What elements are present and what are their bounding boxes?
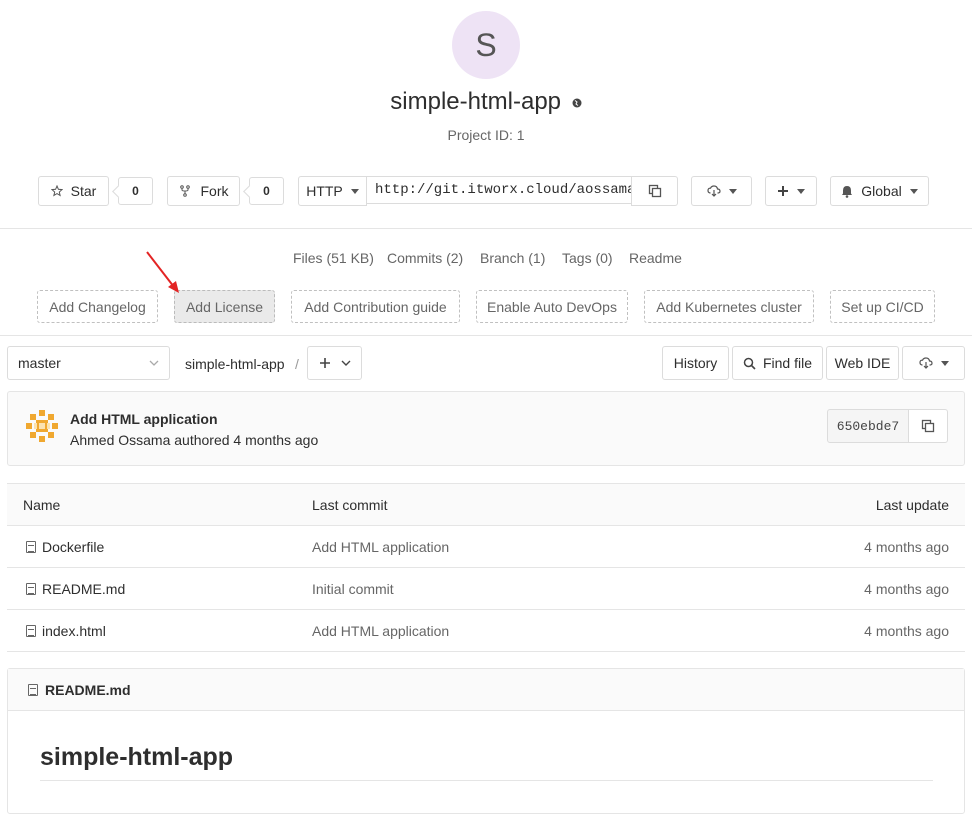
protocol-dropdown[interactable]: HTTP — [298, 176, 367, 206]
branch-select[interactable]: master — [7, 346, 170, 380]
setup-ci-cd-button[interactable]: Set up CI/CD — [830, 290, 935, 323]
chevron-down-icon — [728, 188, 737, 194]
commit-title[interactable]: Add HTML application — [70, 411, 218, 427]
chevron-down-icon — [341, 360, 350, 366]
stat-commits[interactable]: Commits (2) — [387, 250, 463, 266]
chevron-down-icon — [940, 360, 949, 366]
table-row-commit[interactable]: Initial commit — [312, 581, 394, 597]
col-last-update-header: Last update — [875, 497, 949, 513]
table-row-commit[interactable]: Add HTML application — [312, 623, 449, 639]
add-contribution-guide-button[interactable]: Add Contribution guide — [291, 290, 460, 323]
add-license-button[interactable]: Add License — [174, 290, 275, 323]
row-divider — [7, 651, 965, 652]
divider — [0, 335, 972, 336]
stat-readme[interactable]: Readme — [629, 250, 682, 266]
chevron-down-icon — [149, 360, 159, 366]
add-kubernetes-cluster-button[interactable]: Add Kubernetes cluster — [644, 290, 814, 323]
table-row-file-name[interactable]: index.html — [26, 623, 106, 639]
readme-heading-rule — [40, 780, 933, 781]
stat-files[interactable]: Files (51 KB) — [293, 250, 374, 266]
history-button[interactable]: History — [662, 346, 729, 380]
star-label: Star — [70, 183, 97, 199]
readme-panel: README.md simple-html-app — [7, 668, 965, 814]
project-id: Project ID: 1 — [447, 127, 525, 143]
plus-icon — [319, 358, 330, 368]
find-file-button[interactable]: Find file — [732, 346, 823, 380]
copy-url-button[interactable] — [631, 176, 678, 206]
file-icon — [26, 541, 36, 553]
chevron-down-icon — [797, 188, 805, 194]
stat-branch[interactable]: Branch (1) — [480, 250, 545, 266]
plus-icon — [778, 186, 788, 196]
annotation-arrow — [146, 251, 179, 293]
row-divider — [7, 609, 965, 610]
cloud-download-icon — [706, 185, 721, 197]
col-name-header: Name — [23, 497, 61, 513]
file-icon — [26, 583, 36, 595]
notification-label: Global — [861, 183, 902, 199]
files-table-header — [7, 483, 965, 526]
bell-icon — [842, 185, 853, 198]
commit-sha[interactable]: 650ebde7 — [827, 409, 909, 443]
file-name[interactable]: index.html — [42, 623, 106, 639]
file-name[interactable]: README.md — [42, 581, 125, 597]
table-row-updated: 4 months ago — [864, 539, 949, 555]
table-row-commit[interactable]: Add HTML application — [312, 539, 449, 555]
download-source-dropdown[interactable] — [902, 346, 965, 380]
enable-auto-devops-button[interactable]: Enable Auto DevOps — [476, 290, 628, 323]
copy-sha-button[interactable] — [908, 409, 948, 443]
notification-dropdown[interactable]: Global — [830, 176, 929, 206]
table-row-file-name[interactable]: Dockerfile — [26, 539, 104, 555]
download-dropdown[interactable] — [691, 176, 752, 206]
fork-icon — [179, 185, 190, 197]
project-name: simple-html-app — [390, 88, 562, 115]
readme-filename[interactable]: README.md — [45, 682, 131, 698]
chevron-down-icon — [350, 188, 359, 194]
divider — [0, 228, 972, 229]
new-item-dropdown[interactable] — [765, 176, 817, 206]
table-row-updated: 4 months ago — [864, 623, 949, 639]
commit-author-line: Ahmed Ossama authored 4 months ago — [70, 432, 319, 448]
file-name[interactable]: Dockerfile — [42, 539, 104, 555]
fork-button[interactable]: Fork — [167, 176, 240, 206]
find-file-label: Find file — [762, 355, 813, 371]
star-count[interactable]: 0 — [118, 177, 153, 205]
readme-header: README.md — [8, 669, 964, 711]
table-row-file-name[interactable]: README.md — [26, 581, 125, 597]
last-commit-panel: Add HTML application Ahmed Ossama author… — [7, 391, 965, 466]
user-avatar — [24, 408, 60, 444]
stat-tags[interactable]: Tags (0) — [562, 250, 613, 266]
web-ide-button[interactable]: Web IDE — [826, 346, 899, 380]
protocol-label: HTTP — [306, 183, 343, 199]
chevron-down-icon — [909, 188, 918, 194]
clone-url-input[interactable]: http://git.itworx.cloud/aossama/simple-h… — [366, 176, 632, 204]
project-avatar: S — [452, 11, 520, 79]
row-divider — [7, 567, 965, 568]
file-icon — [26, 625, 36, 637]
breadcrumb-separator: / — [295, 356, 299, 372]
file-icon — [28, 684, 38, 696]
copy-icon — [921, 419, 935, 433]
cloud-download-icon — [918, 357, 933, 369]
table-row-updated: 4 months ago — [864, 581, 949, 597]
add-to-tree-dropdown[interactable] — [307, 346, 362, 380]
globe-icon — [572, 98, 582, 108]
fork-label: Fork — [200, 183, 229, 199]
star-button[interactable]: Star — [38, 176, 109, 206]
readme-heading: simple-html-app — [40, 743, 234, 771]
branch-name: master — [18, 355, 61, 371]
search-icon — [743, 357, 756, 370]
fork-count[interactable]: 0 — [249, 177, 284, 205]
breadcrumb-project[interactable]: simple-html-app — [185, 356, 285, 372]
col-last-commit-header: Last commit — [312, 497, 388, 513]
copy-icon — [648, 184, 661, 198]
project-title: simple-html-app — [0, 88, 972, 116]
star-icon — [50, 185, 63, 197]
